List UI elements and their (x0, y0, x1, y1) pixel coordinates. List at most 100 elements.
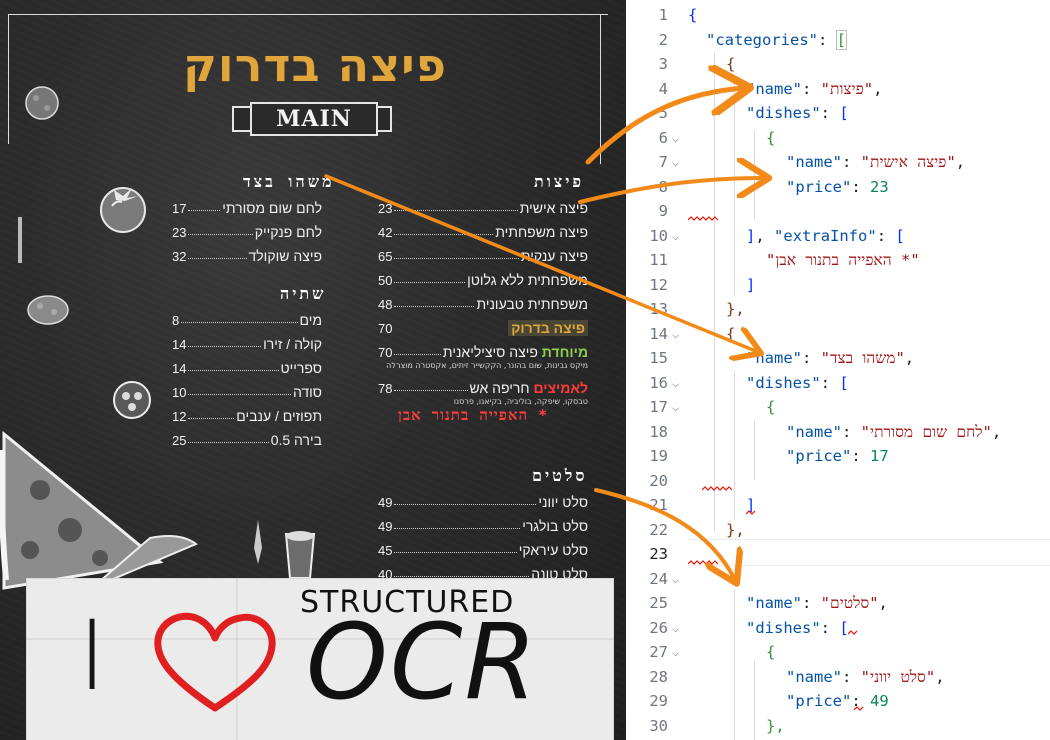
token-brace: { (766, 128, 776, 147)
list-item: קולה / זירו 14 (172, 328, 322, 352)
code-lines[interactable]: { "categories": [ { "name": "פיצות", "di… (688, 0, 1050, 740)
dish-price: 65 (378, 249, 393, 264)
dish-price: 32 (172, 249, 187, 264)
dish-name: פיצה סיציליאנית (442, 344, 538, 360)
dish-name: ספרייט (280, 360, 322, 376)
json-string: "סלט יווני" (860, 667, 936, 686)
code-line[interactable]: { (726, 322, 735, 347)
code-line[interactable]: "price": 49 (786, 689, 889, 714)
code-line[interactable]: "name": "סלט יווני", (786, 665, 945, 690)
dot-leader (188, 258, 247, 259)
code-line[interactable]: { (688, 3, 697, 28)
dot-leader (188, 370, 279, 371)
token-comma: , (755, 226, 765, 245)
token-colon: : (802, 79, 821, 98)
line-number: 25 (649, 594, 668, 612)
fold-chevron-icon[interactable]: ⌵ (672, 395, 679, 420)
dish-price: 50 (378, 273, 393, 288)
line-number: 24 (649, 569, 668, 588)
json-key: "name" (746, 349, 802, 367)
token-bracket: [ (839, 104, 849, 122)
json-string: "האפייה בתנור אבן *" (766, 251, 920, 269)
list-item: סלט יווני 49 (378, 486, 588, 510)
json-key: "categories" (706, 30, 818, 49)
line-number: 6 (658, 128, 668, 147)
token-comma: , (878, 594, 888, 612)
code-line[interactable]: }, (726, 297, 745, 322)
dot-leader (188, 442, 269, 443)
code-line[interactable]: { (726, 52, 735, 77)
code-line[interactable]: "price": 17 (786, 444, 889, 469)
code-line[interactable]: { (766, 395, 775, 420)
code-line[interactable]: "name": "פיצות", (746, 77, 882, 102)
code-line[interactable]: "name": "משהו בצד", (746, 346, 914, 371)
list-item: פיצה שוקולד 32 (172, 240, 322, 264)
code-line[interactable]: ], "extraInfo": [ (746, 224, 905, 249)
code-line[interactable]: "dishes": [ (746, 101, 849, 126)
code-line[interactable]: "categories": [ (706, 28, 848, 53)
code-line[interactable]: "price": 23 (786, 175, 889, 200)
fold-chevron-icon[interactable]: ⌵ (672, 322, 679, 347)
error-squiggle (848, 630, 858, 635)
token-brace-comma: }, (726, 300, 745, 318)
code-line[interactable]: "name": "לחם שום מסורתי", (786, 420, 1001, 445)
tomato-slice-doodle (113, 381, 151, 419)
fold-chevron-icon[interactable]: ⌵ (672, 126, 679, 151)
fold-chevron-icon[interactable]: ⌵ (672, 640, 679, 665)
token-colon: : (817, 30, 837, 49)
dish-name: תפוזים / ענבים (236, 408, 322, 424)
tomato-doodle-top (25, 86, 59, 120)
list-item: סודה 10 (172, 376, 322, 400)
line-number: 2 (658, 30, 668, 49)
line-number: 13 (649, 300, 668, 318)
code-editor[interactable]: 1 2 3 4 5 6 7 8 9 10 11 12 13 14 15 16 1… (626, 0, 1050, 740)
code-line[interactable]: }, (766, 714, 785, 739)
json-string: "סלטים" (820, 594, 879, 612)
json-number: 49 (870, 692, 889, 710)
list-item: פיצה משפחתית 42 (378, 216, 588, 240)
dish-name-sicilian: מיוחדת פיצה סיציליאנית (443, 344, 588, 360)
code-line[interactable]: ] (746, 273, 755, 298)
line-number: 14 (649, 324, 668, 343)
code-line[interactable]: "name": "סלטים", (746, 591, 888, 616)
code-line[interactable]: "האפייה בתנור אבן *" (766, 248, 920, 273)
fold-chevron-icon[interactable]: ⌵ (672, 371, 679, 396)
sticker-ocr-text: OCR (306, 601, 539, 723)
fold-chevron-icon[interactable]: ⌵ (672, 567, 679, 592)
dish-name: לחם פנקייק (254, 224, 322, 240)
code-line[interactable]: "dishes": [ (746, 371, 849, 396)
line-number: 5 (658, 104, 668, 122)
token-bracket: [ (839, 373, 849, 392)
fold-chevron-icon[interactable]: ⌵ (672, 150, 679, 175)
code-line[interactable]: { (766, 640, 775, 665)
fold-gutter: ⌵ ⌵ ⌵ ⌵ ⌵ ⌵ ⌵ ⌵ ⌵ (668, 0, 690, 740)
json-number: 23 (870, 177, 889, 196)
json-number: 17 (870, 447, 889, 465)
token-colon: : (851, 447, 870, 465)
token-colon: : (876, 226, 896, 245)
line-number: 4 (658, 79, 668, 98)
json-string: "לחם שום מסורתי" (860, 422, 992, 441)
fold-chevron-icon[interactable]: ⌵ (672, 224, 679, 249)
code-line[interactable]: { (766, 126, 775, 151)
stone-oven-note: * האפייה בתנור אבן (398, 406, 549, 424)
dot-leader (181, 322, 298, 323)
json-key: "dishes" (746, 618, 821, 637)
fold-chevron-icon[interactable]: ⌵ (672, 616, 679, 641)
line-number: 8 (658, 177, 668, 196)
line-number: 26 (649, 618, 668, 637)
json-string: "פיצות" (820, 79, 874, 98)
section-title-drinks: שתיה (280, 284, 327, 303)
code-line[interactable]: }, (726, 518, 745, 543)
line-number: 7 (658, 153, 668, 171)
token-comma: , (904, 349, 915, 367)
code-line[interactable]: "name": "פיצה אישית", (786, 150, 965, 175)
dish-tag-special: מיוחדת (541, 344, 588, 360)
token-colon: : (842, 667, 861, 686)
line-number-gutter: 1 2 3 4 5 6 7 8 9 10 11 12 13 14 15 16 1… (626, 0, 668, 740)
mushroom-doodle (27, 295, 69, 325)
dish-name: סלט יווני (538, 494, 588, 510)
dish-price: 23 (378, 201, 393, 216)
dish-name: מים (299, 312, 322, 328)
code-line[interactable]: "dishes": [ (746, 616, 849, 641)
